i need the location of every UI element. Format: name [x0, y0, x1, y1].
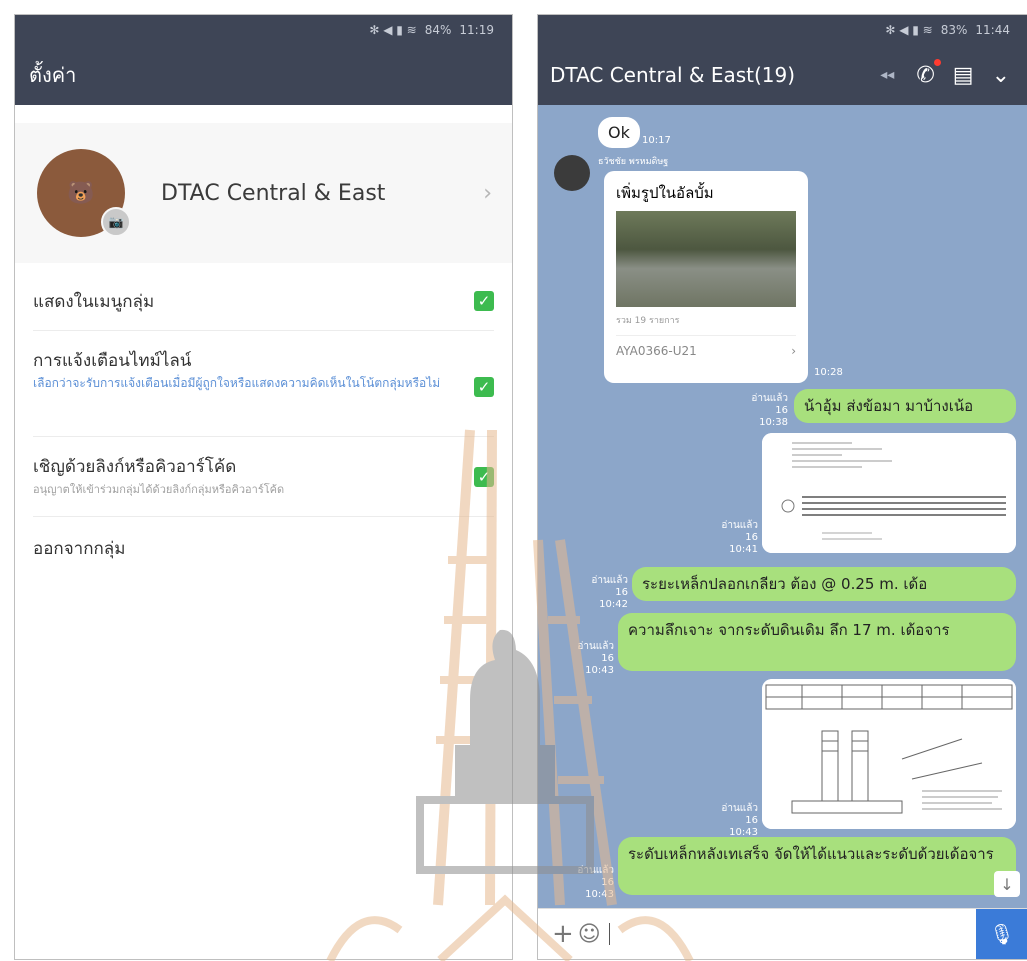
- avatar[interactable]: 🐻 📷: [37, 149, 131, 237]
- setting-invite-link[interactable]: เชิญด้วยลิงก์หรือคิวอาร์โค้ด อนุญาตให้เข…: [33, 439, 494, 517]
- emoji-icon[interactable]: ☺: [578, 922, 601, 947]
- checkbox-checked-icon[interactable]: ✓: [474, 291, 494, 311]
- message-input[interactable]: [608, 923, 610, 945]
- chevron-down-icon[interactable]: ⌄: [992, 63, 1010, 88]
- status-icons: ✻ ◀ ▮ ≋: [885, 23, 933, 37]
- message-time: 10:38: [759, 417, 788, 428]
- mic-button[interactable]: 🎙: [976, 909, 1027, 959]
- microphone-icon: 🎙: [989, 922, 1015, 946]
- message-bubble[interactable]: น้าอุ้ม ส่งข้อมา มาบ้างเน้อ: [794, 389, 1016, 423]
- read-receipt: อ่านแล้ว 16 10:38: [738, 393, 788, 429]
- settings-screen: ✻ ◀ ▮ ≋ 84% 11:19 ตั้งค่า 🐻 📷 DTAC Centr…: [14, 14, 513, 960]
- document-image: [762, 433, 1016, 553]
- setting-title: ออกจากกลุ่ม: [33, 539, 126, 559]
- notes-icon[interactable]: ▤: [953, 63, 974, 88]
- mute-icon: ◂◂: [880, 67, 895, 83]
- sender-name: ธวัชชัย พรหมดิษฐ: [598, 157, 669, 167]
- chat-screen: ✻ ◀ ▮ ≋ 83% 11:44 DTAC Central & East(19…: [537, 14, 1027, 960]
- group-name: DTAC Central & East: [161, 180, 386, 206]
- read-count: อ่านแล้ว 16: [577, 641, 614, 664]
- album-name: AYA0366-U21: [616, 344, 697, 358]
- setting-title: แสดงในเมนูกลุ่ม: [33, 292, 155, 312]
- chevron-right-icon: ›: [791, 344, 796, 358]
- group-profile-card[interactable]: 🐻 📷 DTAC Central & East ›: [15, 123, 512, 263]
- read-receipt: อ่านแล้ว 16 10:42: [578, 575, 628, 611]
- checkbox-checked-icon[interactable]: ✓: [474, 467, 494, 487]
- status-bar: ✻ ◀ ▮ ≋ 84% 11:19: [15, 15, 512, 45]
- message-text: ระดับเหล็กหลังเทเสร็จ จัดให้ได้แนวและระด…: [628, 845, 994, 863]
- checkbox-checked-icon[interactable]: ✓: [474, 377, 494, 397]
- read-count: อ่านแล้ว 16: [577, 865, 614, 888]
- page-title: ตั้งค่า: [29, 63, 77, 87]
- status-icons: ✻ ◀ ▮ ≋: [369, 23, 417, 37]
- read-receipt: อ่านแล้ว 16 10:43: [564, 641, 614, 677]
- message-time: 10:43: [585, 889, 614, 900]
- message-bubble[interactable]: Ok: [598, 117, 640, 148]
- battery-level: 84%: [424, 23, 452, 37]
- message-time: 10:28: [814, 367, 843, 378]
- message-time: 10:43: [585, 665, 614, 676]
- album-link[interactable]: AYA0366-U21 ›: [616, 335, 796, 358]
- message-time: 10:41: [729, 544, 758, 555]
- drawing-image: [762, 679, 1016, 829]
- read-count: อ่านแล้ว 16: [591, 575, 628, 598]
- setting-title: เชิญด้วยลิงก์หรือคิวอาร์โค้ด: [33, 457, 237, 477]
- message-bubble[interactable]: ระดับเหล็กหลังเทเสร็จ จัดให้ได้แนวและระด…: [618, 837, 1016, 895]
- chevron-right-icon[interactable]: ›: [483, 181, 492, 206]
- phone-icon[interactable]: ✆: [916, 58, 941, 88]
- read-receipt: อ่านแล้ว 16 10:43: [564, 865, 614, 901]
- message-text: ความลึกเจาะ จากระดับดินเดิม ลึก 17 m. เด…: [628, 621, 950, 639]
- setting-subtitle: เลือกว่าจะรับการแจ้งเตือนเมื่อมีผู้ถูกใจ…: [33, 376, 441, 390]
- album-title: เพิ่มรูปในอัลบั้ม: [616, 184, 714, 202]
- status-bar: ✻ ◀ ▮ ≋ 83% 11:44: [538, 15, 1027, 45]
- read-receipt: อ่านแล้ว 16 10:41: [708, 520, 758, 556]
- bear-icon: 🐻: [67, 180, 95, 206]
- read-count: อ่านแล้ว 16: [751, 393, 788, 416]
- message-bubble[interactable]: ความลึกเจาะ จากระดับดินเดิม ลึก 17 m. เด…: [618, 613, 1016, 671]
- plus-icon[interactable]: +: [552, 919, 574, 949]
- message-bubble[interactable]: ระยะเหล็กปลอกเกลียว ต้อง @ 0.25 m. เด้อ: [632, 567, 1016, 601]
- setting-subtitle: อนุญาตให้เข้าร่วมกลุ่มได้ด้วยลิงก์กลุ่มห…: [33, 483, 285, 496]
- image-message[interactable]: [762, 679, 1016, 829]
- message-text: น้าอุ้ม ส่งข้อมา มาบ้างเน้อ: [804, 397, 974, 415]
- avatar[interactable]: [554, 155, 590, 191]
- message-text: ระยะเหล็กปลอกเกลียว ต้อง @ 0.25 m. เด้อ: [642, 575, 928, 593]
- setting-title: การแจ้งเตือนไทม์ไลน์: [33, 351, 192, 371]
- album-count: รวม 19 รายการ: [616, 316, 680, 326]
- clock: 11:19: [459, 23, 494, 37]
- read-receipt: อ่านแล้ว 16 10:43: [708, 803, 758, 839]
- message-time: 10:17: [642, 135, 671, 146]
- settings-header: ตั้งค่า: [15, 45, 512, 105]
- notification-dot: [933, 58, 941, 66]
- setting-timeline-notify[interactable]: การแจ้งเตือนไทม์ไลน์ เลือกว่าจะรับการแจ้…: [33, 333, 494, 437]
- battery-level: 83%: [940, 23, 968, 37]
- clock: 11:44: [975, 23, 1010, 37]
- album-thumbnail[interactable]: [616, 211, 796, 307]
- read-count: อ่านแล้ว 16: [721, 803, 758, 826]
- message-text: Ok: [608, 123, 630, 142]
- album-card[interactable]: เพิ่มรูปในอัลบั้ม รวม 19 รายการ AYA0366-…: [604, 171, 808, 383]
- image-message[interactable]: [762, 433, 1016, 553]
- setting-show-in-menu[interactable]: แสดงในเมนูกลุ่ม ✓: [33, 273, 494, 331]
- message-input-bar: + ☺ 🎙: [538, 908, 1027, 959]
- chat-header: DTAC Central & East(19) ◂◂ ✆ ▤ ⌄: [538, 45, 1027, 105]
- message-time: 10:42: [599, 599, 628, 610]
- chat-title[interactable]: DTAC Central & East(19): [538, 63, 880, 87]
- scroll-down-button[interactable]: ↓: [994, 871, 1020, 897]
- camera-icon[interactable]: 📷: [101, 207, 131, 237]
- read-count: อ่านแล้ว 16: [721, 520, 758, 543]
- leave-group-button[interactable]: ออกจากกลุ่ม: [33, 523, 494, 573]
